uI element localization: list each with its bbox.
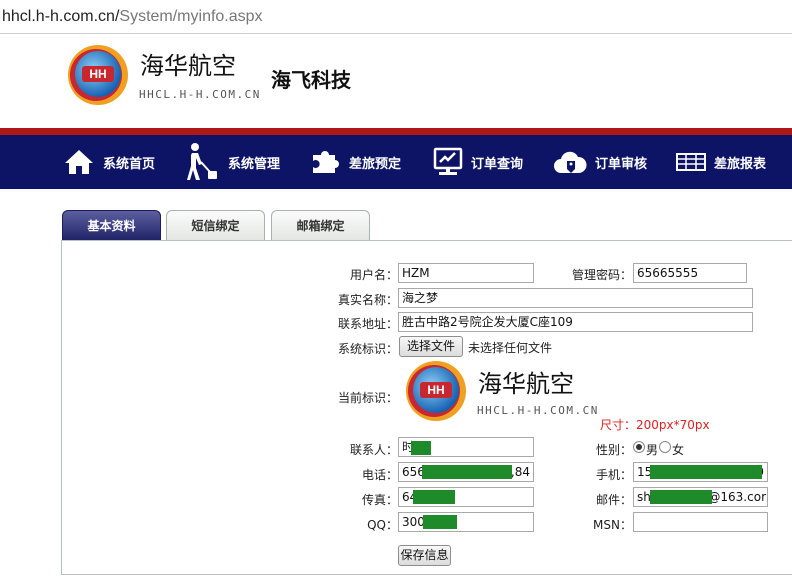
nav-item-home[interactable]: 系统首页	[63, 135, 155, 189]
tab-sms-binding[interactable]: 短信绑定	[166, 210, 265, 241]
cloud-tag-icon	[554, 151, 587, 173]
url-path: System/myinfo.aspx	[119, 8, 263, 25]
address-input[interactable]: 胜古中路2号院企发大厦C座109	[398, 312, 753, 332]
nav-label: 订单查询	[471, 156, 524, 172]
qq-input[interactable]: 300	[398, 512, 534, 532]
url-text[interactable]: hhcl.h-h.com.cn/System/myinfo.aspx	[2, 8, 263, 26]
mobile-label: 手机：	[595, 468, 632, 482]
email-label: 邮件：	[595, 493, 632, 507]
current-logo-image: HH 海华航空 HHCL.H-H.COM.CN	[406, 361, 599, 421]
gender-male-radio[interactable]	[633, 441, 645, 453]
address-label: 联系地址：	[337, 317, 398, 331]
svg-text:海华航空: 海华航空	[478, 370, 574, 398]
nav-label: 订单审核	[595, 156, 648, 172]
choose-file-button[interactable]: 选择文件	[399, 336, 463, 357]
contact-label: 联系人：	[349, 443, 398, 457]
save-button[interactable]: 保存信息	[398, 545, 451, 566]
gender-female-label: 女	[672, 443, 685, 457]
table-icon	[676, 153, 706, 171]
logo-title: 海华航空	[140, 52, 236, 80]
tab-email-binding[interactable]: 邮箱绑定	[271, 210, 370, 241]
redaction-mask	[411, 441, 431, 455]
nav-item-review[interactable]: 订单审核	[553, 135, 647, 189]
redaction-mask	[422, 465, 512, 479]
svg-text:HH: HH	[89, 67, 106, 81]
tab-basic-info[interactable]: 基本资料	[62, 210, 161, 241]
company-name: 海飞科技	[271, 68, 351, 92]
msn-input[interactable]	[633, 512, 768, 532]
system-logo-label: 系统标识：	[337, 342, 398, 356]
gender-male-label: 男	[646, 443, 659, 457]
current-logo-label: 当前标识：	[337, 391, 398, 405]
main-nav: 系统首页 系统管理 差旅预定 订单查询 订单审核 差旅报表	[0, 135, 792, 189]
file-status: 未选择任何文件	[468, 341, 553, 355]
puzzle-icon	[313, 151, 339, 173]
nav-item-system[interactable]: 系统管理	[186, 135, 280, 189]
realname-label: 真实名称：	[337, 293, 398, 307]
gender-label: 性别：	[595, 443, 632, 457]
nav-label: 差旅报表	[714, 156, 767, 172]
msn-label: MSN：	[593, 518, 632, 532]
username-input[interactable]: HZM	[398, 263, 534, 283]
address-bar[interactable]: hhcl.h-h.com.cn/System/myinfo.aspx	[0, 0, 792, 34]
redaction-mask	[650, 490, 712, 504]
svg-text:HH: HH	[427, 383, 444, 397]
admin-password-label: 管理密码：	[571, 268, 632, 282]
phone-label: 电话：	[361, 468, 398, 482]
home-icon	[65, 150, 93, 174]
qq-label: QQ：	[367, 518, 398, 532]
nav-label: 系统管理	[228, 156, 281, 172]
fax-label: 传真：	[361, 493, 398, 507]
realname-input[interactable]: 海之梦	[398, 288, 753, 308]
nav-item-reports[interactable]: 差旅报表	[676, 135, 766, 189]
logo-size-note: 尺寸：200px*70px	[600, 418, 710, 432]
redaction-mask	[650, 465, 762, 479]
url-host: hhcl.h-h.com.cn/	[2, 8, 120, 25]
gender-female-radio[interactable]	[659, 441, 671, 453]
nav-label: 系统首页	[103, 156, 156, 172]
nav-item-booking[interactable]: 差旅预定	[309, 135, 401, 189]
brand-logo[interactable]: HH 海华航空 HHCL.H-H.COM.CN	[66, 42, 266, 108]
redaction-mask	[423, 515, 457, 529]
svg-text:HHCL.H-H.COM.CN: HHCL.H-H.COM.CN	[477, 404, 599, 417]
header-divider	[0, 128, 792, 135]
admin-password-input[interactable]: 65665555	[633, 263, 747, 283]
nav-item-orders[interactable]: 订单查询	[433, 135, 523, 189]
username-label: 用户名：	[349, 268, 398, 282]
nav-label: 差旅预定	[349, 156, 402, 172]
redaction-mask	[413, 490, 455, 504]
walker-icon	[187, 143, 217, 180]
logo-domain: HHCL.H-H.COM.CN	[139, 88, 261, 101]
monitor-icon	[433, 147, 463, 175]
